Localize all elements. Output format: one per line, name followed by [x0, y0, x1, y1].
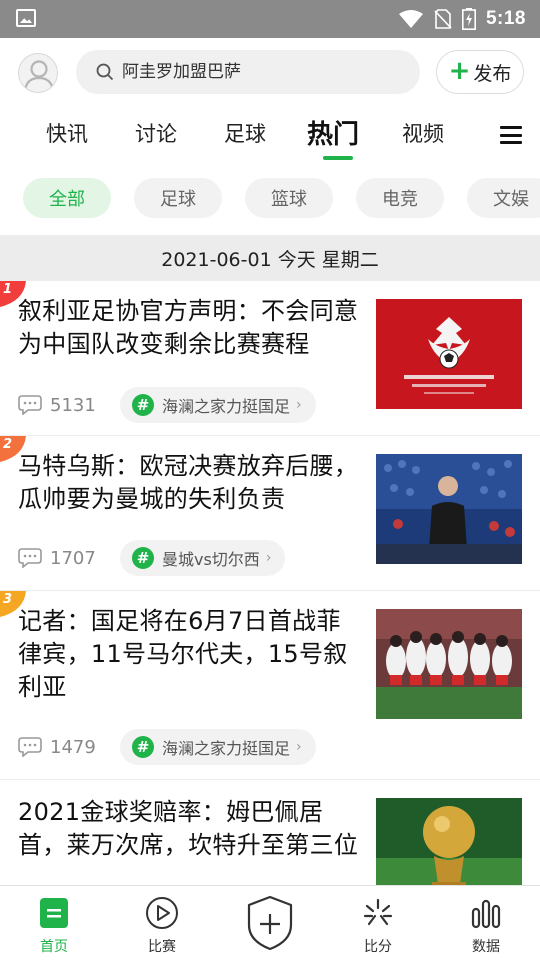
- gallery-notification-icon: [16, 9, 36, 27]
- chip-all[interactable]: 全部: [23, 178, 111, 218]
- chevron-right-icon: ›: [265, 550, 272, 566]
- nav-label: 比分: [364, 939, 392, 955]
- wifi-icon: [398, 10, 423, 28]
- data-bars-icon: [471, 899, 501, 929]
- news-title: 叙利亚足协官方声明：不会同意为中国队改变剩余比赛赛程: [18, 297, 359, 358]
- rank-number: 2: [3, 437, 13, 452]
- nav-home[interactable]: 首页: [19, 896, 89, 956]
- comment-icon: [18, 395, 42, 415]
- category-tabs: 快讯 讨论 足球 热门 视频: [0, 108, 540, 164]
- news-thumbnail: [376, 454, 522, 564]
- user-icon: [23, 60, 55, 91]
- comment-icon: [18, 548, 42, 568]
- tab-football[interactable]: 足球: [224, 118, 266, 148]
- tab-video[interactable]: 视频: [402, 118, 444, 148]
- news-title: 马特乌斯：欧冠决赛放弃后腰，瓜帅要为曼城的失利负责: [18, 452, 359, 513]
- publish-label: 发布: [473, 62, 512, 85]
- chip-football[interactable]: 足球: [134, 178, 222, 218]
- nav-label: 数据: [472, 939, 500, 955]
- news-thumbnail: [376, 798, 522, 885]
- date-header: 2021-06-01 今天 星期二: [0, 235, 540, 281]
- nav-center-create[interactable]: [246, 894, 294, 952]
- topic-label: 海澜之家力挺国足: [162, 739, 291, 758]
- home-icon: [40, 898, 68, 928]
- news-meta: 5131 # 海澜之家力挺国足 ›: [18, 387, 316, 423]
- score-icon: [363, 898, 393, 926]
- shield-plus-icon: [247, 895, 293, 951]
- tab-discussion[interactable]: 讨论: [135, 118, 177, 148]
- comment-icon: [18, 737, 42, 757]
- status-bar: 5:18: [0, 0, 540, 38]
- news-item[interactable]: 2021金球奖赔率：姆巴佩居首，莱万次席，坎特升至第三位: [0, 780, 540, 885]
- topic-tag[interactable]: # 海澜之家力挺国足 ›: [120, 729, 316, 765]
- news-meta: 1707 # 曼城vs切尔西 ›: [18, 540, 286, 576]
- publish-button[interactable]: + 发布: [436, 50, 524, 94]
- filter-chips: 全部 足球 篮球 电竞 文娱: [0, 176, 540, 222]
- nav-label: 比赛: [148, 939, 176, 955]
- news-thumbnail: [376, 609, 522, 719]
- news-title: 记者：国足将在6月7日首战菲律宾，11号马尔代夫，15号叙利亚: [18, 607, 348, 701]
- status-icons: 5:18: [398, 0, 526, 38]
- status-time: 5:18: [485, 8, 526, 29]
- news-item[interactable]: 3 记者：国足将在6月7日首战菲律宾，11号马尔代夫，15号叙利亚 1479 #…: [0, 591, 540, 780]
- chip-entertainment[interactable]: 文娱: [467, 178, 540, 218]
- tab-flash[interactable]: 快讯: [46, 118, 88, 148]
- chevron-right-icon: ›: [296, 397, 302, 413]
- comment-count: 5131: [50, 394, 96, 416]
- news-item[interactable]: 2 马特乌斯：欧冠决赛放弃后腰，瓜帅要为曼城的失利负责 1707 # 曼城vs切…: [0, 436, 540, 591]
- chip-esports[interactable]: 电竞: [356, 178, 444, 218]
- comment-count: 1707: [50, 547, 96, 569]
- avatar[interactable]: [18, 53, 58, 93]
- nav-scores[interactable]: 比分: [343, 896, 413, 956]
- search-icon: [96, 63, 114, 81]
- bottom-navigation: 首页 比赛 比分 数据: [0, 885, 540, 960]
- topic-label: 曼城vs切尔西: [162, 550, 260, 569]
- tab-hot[interactable]: 热门: [307, 114, 359, 151]
- nav-label: 首页: [40, 939, 68, 955]
- search-input[interactable]: [122, 62, 402, 82]
- battery-charging-icon: [461, 8, 476, 30]
- search-bar[interactable]: [76, 50, 420, 94]
- plus-icon: +: [448, 56, 471, 86]
- play-icon: [146, 897, 178, 929]
- comment-count: 1479: [50, 736, 96, 758]
- hashtag-icon: #: [132, 394, 154, 416]
- app-header: + 发布: [0, 38, 540, 108]
- hashtag-icon: #: [132, 736, 154, 758]
- topic-tag[interactable]: # 海澜之家力挺国足 ›: [120, 387, 316, 423]
- active-tab-indicator: [323, 156, 353, 160]
- news-meta: 1479 # 海澜之家力挺国足 ›: [18, 729, 316, 765]
- news-item[interactable]: 1 叙利亚足协官方声明：不会同意为中国队改变剩余比赛赛程 5131 # 海澜之家…: [0, 281, 540, 436]
- rank-number: 3: [3, 592, 13, 607]
- menu-icon[interactable]: [500, 126, 522, 144]
- topic-label: 海澜之家力挺国足: [162, 397, 291, 416]
- nav-data[interactable]: 数据: [451, 896, 521, 956]
- rank-number: 1: [3, 282, 13, 297]
- chip-basketball[interactable]: 篮球: [245, 178, 333, 218]
- hashtag-icon: #: [132, 547, 154, 569]
- topic-tag[interactable]: # 曼城vs切尔西 ›: [120, 540, 286, 576]
- no-sim-icon: [434, 9, 452, 29]
- news-thumbnail: [376, 299, 522, 409]
- chevron-right-icon: ›: [296, 739, 302, 755]
- news-title: 2021金球奖赔率：姆巴佩居首，莱万次席，坎特升至第三位: [18, 798, 359, 859]
- nav-matches[interactable]: 比赛: [127, 896, 197, 956]
